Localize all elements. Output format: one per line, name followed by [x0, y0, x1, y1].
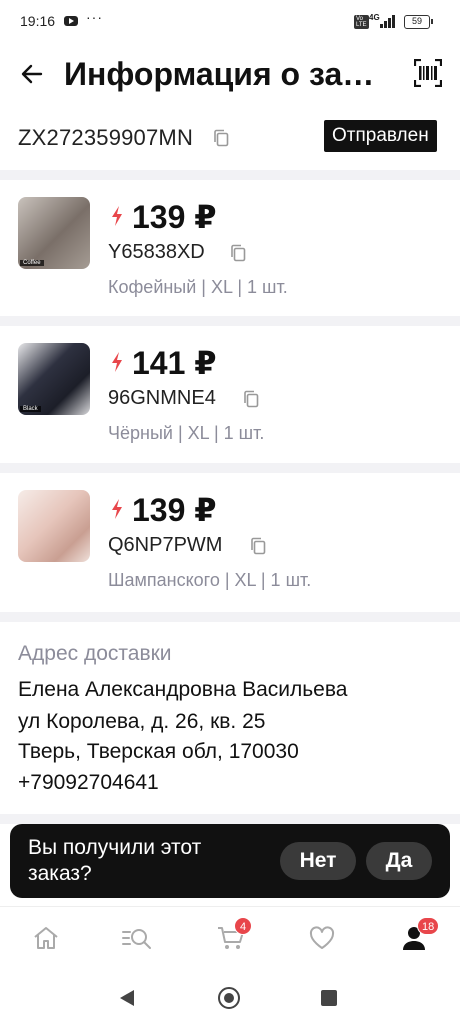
tab-home[interactable] — [31, 923, 61, 953]
tab-profile[interactable]: 18 — [399, 917, 440, 953]
product-thumbnail[interactable]: Coffee — [18, 197, 90, 269]
copy-icon[interactable] — [230, 244, 246, 262]
tab-favorites[interactable] — [307, 923, 337, 953]
youtube-icon — [64, 16, 78, 26]
product-item[interactable]: Coffee 139 ₽ Y65838XD Кофейный | XL | 1 … — [0, 180, 460, 316]
heart-icon — [309, 926, 335, 949]
profile-badge: 18 — [417, 917, 440, 935]
cart-badge: 4 — [234, 917, 252, 935]
delivery-address: Адрес доставки Елена Александровна Васил… — [0, 622, 460, 812]
product-variant: Шампанского | XL | 1 шт. — [108, 570, 312, 590]
system-nav-bar — [0, 970, 460, 1024]
divider — [0, 170, 460, 180]
product-variant: Чёрный | XL | 1 шт. — [108, 423, 265, 443]
tab-catalog[interactable] — [121, 923, 151, 953]
flash-sale-icon — [112, 352, 122, 372]
page-header: Информация о заказе — [0, 44, 460, 104]
bottom-tab-bar: 4 18 — [0, 906, 460, 968]
order-number-row: ZX272359907MN Отправлен — [0, 116, 460, 162]
page-title: Информация о заказе — [64, 56, 384, 92]
copy-icon[interactable] — [250, 537, 266, 555]
divider — [0, 814, 460, 824]
status-badge: Отправлен — [324, 120, 437, 152]
network-type: 4G — [369, 13, 380, 22]
nav-home-icon[interactable] — [218, 987, 240, 1009]
product-sku: 96GNMNE4 — [108, 387, 216, 409]
arrow-left-icon[interactable] — [20, 62, 44, 86]
more-notifications-icon: ··· — [86, 9, 103, 25]
nav-back-icon[interactable] — [120, 990, 134, 1006]
product-thumbnail[interactable]: Black — [18, 343, 90, 415]
product-price: 141 ₽ — [132, 345, 217, 381]
nav-recents-icon[interactable] — [321, 990, 337, 1006]
recipient-phone: +79092704641 — [18, 771, 159, 794]
copy-icon[interactable] — [213, 129, 229, 147]
recipient-name: Елена Александровна Васильева — [18, 678, 348, 701]
thumbnail-label: Coffee — [20, 260, 44, 266]
yes-button[interactable]: Да — [366, 842, 432, 880]
catalog-search-icon — [122, 929, 151, 949]
no-button[interactable]: Нет — [280, 842, 356, 880]
product-price: 139 ₽ — [132, 492, 217, 528]
product-item[interactable]: Black 141 ₽ 96GNMNE4 Чёрный | XL | 1 шт. — [0, 326, 460, 462]
product-variant: Кофейный | XL | 1 шт. — [108, 277, 288, 297]
divider — [0, 463, 460, 473]
copy-icon[interactable] — [243, 390, 259, 408]
order-number: ZX272359907MN — [18, 125, 194, 150]
signal-icon — [380, 15, 398, 28]
received-question: Вы получили этот заказ? — [28, 836, 202, 885]
product-sku: Y65838XD — [108, 241, 205, 263]
product-sku: Q6NP7PWM — [108, 534, 223, 556]
volte-icon: Vo LTE — [354, 15, 369, 29]
product-thumbnail[interactable] — [18, 490, 90, 562]
battery-icon: 59 — [404, 15, 433, 29]
flash-sale-icon — [112, 499, 122, 519]
product-price: 139 ₽ — [132, 199, 217, 235]
status-bar: 19:16 ··· Vo LTE 4G 59 — [0, 0, 460, 44]
address-street: ул Королева, д. 26, кв. 25 — [18, 710, 266, 733]
divider — [0, 612, 460, 622]
address-label: Адрес доставки — [18, 642, 172, 665]
product-item[interactable]: 139 ₽ Q6NP7PWM Шампанского | XL | 1 шт. — [0, 473, 460, 609]
divider — [0, 316, 460, 326]
flash-sale-icon — [112, 206, 122, 226]
address-city: Тверь, Тверская обл, 170030 — [18, 740, 299, 763]
barcode-icon[interactable] — [413, 58, 443, 88]
thumbnail-label: Black — [20, 406, 41, 412]
status-time: 19:16 — [20, 13, 56, 29]
home-icon — [34, 927, 58, 949]
tab-cart[interactable]: 4 — [216, 917, 252, 953]
order-received-prompt: Вы получили этот заказ? Нет Да — [10, 824, 450, 898]
